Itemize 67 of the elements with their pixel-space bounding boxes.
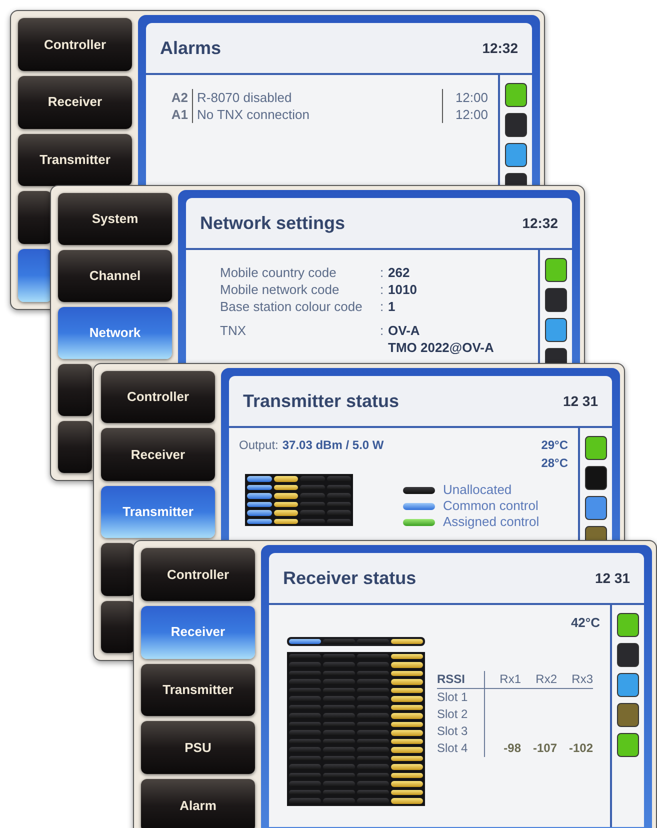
row-label: Slot 1: [437, 688, 485, 706]
nav-button[interactable]: [18, 249, 52, 302]
field-label: Mobile network code: [220, 281, 340, 298]
screen-title: Network settings: [200, 212, 346, 235]
alarm-time: 12:00: [442, 89, 488, 106]
separator-colon: :: [380, 298, 385, 315]
clock-time: 12 31: [594, 568, 630, 588]
nav-button[interactable]: Transmitter: [18, 134, 132, 186]
nav-button[interactable]: Controller: [18, 18, 132, 71]
output-label: Output:: [239, 437, 278, 454]
nav-button[interactable]: Receiver: [101, 428, 215, 481]
separator-colon: :: [380, 281, 385, 298]
screen-title: Receiver status: [283, 566, 416, 590]
legend-swatch: [403, 518, 435, 526]
field-value: 1010: [388, 281, 417, 298]
temperature-reading: 42°C: [570, 614, 600, 632]
field-value: 1: [388, 298, 396, 315]
legend-swatch: [403, 486, 435, 494]
nav-button[interactable]: Transmitter: [141, 664, 255, 716]
output-value: 37.03 dBm / 5.0 W: [282, 437, 384, 454]
alarm-code: A2: [170, 89, 189, 106]
nav-button[interactable]: Alarm: [141, 779, 255, 828]
legend-swatch: [403, 502, 435, 510]
nav-button[interactable]: System: [58, 193, 172, 245]
temperature-reading: 29°C: [541, 437, 568, 454]
field-label: Mobile country code: [220, 264, 338, 281]
field-value: TMO 2022@OV-A: [388, 339, 494, 356]
row-label: Slot 3: [437, 722, 485, 740]
nav-button[interactable]: Network: [58, 307, 172, 359]
rssi-value: -98: [502, 740, 521, 756]
field-label: TNX: [220, 322, 247, 340]
nav-button[interactable]: Controller: [141, 548, 255, 601]
nav-button[interactable]: PSU: [141, 721, 255, 774]
alarm-text: No TNX connection: [192, 106, 442, 123]
field-value: 262: [388, 264, 410, 281]
clock-time: 12:32: [482, 38, 518, 58]
nav-button[interactable]: Receiver: [18, 76, 132, 129]
nav-button[interactable]: Receiver: [141, 606, 255, 659]
nav-button[interactable]: [101, 600, 135, 654]
clock-time: 12 31: [562, 392, 598, 410]
legend-label: Assigned control: [443, 514, 540, 530]
clock-time: 12:32: [522, 214, 558, 232]
legend-label: Unallocated: [443, 482, 512, 498]
column-header: Rx3: [570, 670, 593, 688]
separator-colon: :: [380, 264, 385, 281]
column-header: Rx1: [498, 670, 521, 688]
nav-button[interactable]: Controller: [101, 371, 215, 424]
screen-title: Alarms: [160, 36, 222, 60]
field-value: OV-A: [388, 322, 421, 339]
alarm-time: 12:00: [442, 106, 488, 123]
alarm-text: R-8070 disabled: [192, 89, 442, 106]
separator-colon: :: [380, 322, 385, 340]
rssi-value: -102: [568, 740, 593, 756]
column-header: RSSI: [437, 670, 485, 688]
legend-label: Common control: [443, 498, 538, 514]
temperature-reading: 28°C: [541, 455, 568, 472]
field-label: Base station colour code: [220, 298, 364, 315]
column-header: Rx2: [534, 670, 557, 688]
nav-button[interactable]: Transmitter: [101, 486, 215, 538]
row-label: Slot 2: [437, 706, 485, 722]
nav-button[interactable]: Channel: [58, 250, 172, 302]
nav-button[interactable]: [101, 543, 135, 596]
row-label: Slot 4: [437, 740, 485, 756]
alarm-code: A1: [170, 106, 189, 123]
rssi-value: -107: [532, 740, 557, 756]
nav-button[interactable]: [18, 191, 52, 244]
screen-title: Transmitter status: [243, 390, 400, 412]
